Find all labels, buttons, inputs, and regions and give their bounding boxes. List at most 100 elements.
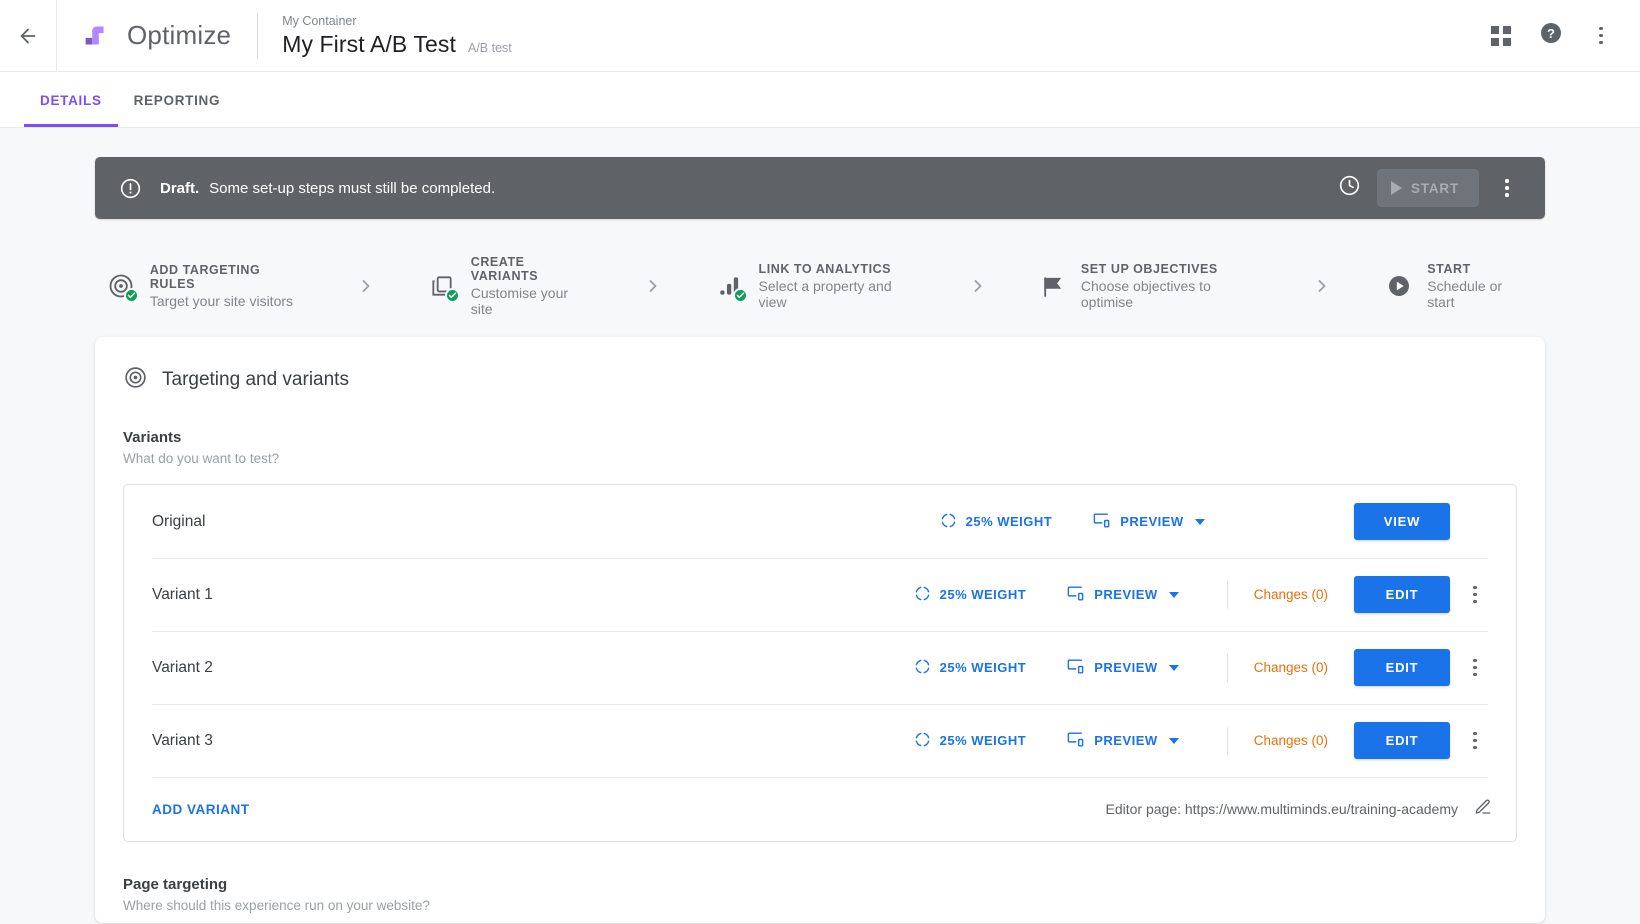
step-title: START xyxy=(1427,262,1529,276)
arrow-left-icon xyxy=(17,25,39,47)
chevron-right-icon xyxy=(968,276,988,296)
chevron-down-icon xyxy=(1195,519,1205,525)
clock-icon xyxy=(1338,174,1361,202)
chevron-down-icon xyxy=(1169,592,1179,598)
bar-chart-icon xyxy=(716,271,745,301)
variant-preview-button[interactable]: PREVIEW xyxy=(1066,730,1178,752)
variant-edit-button[interactable]: EDIT xyxy=(1354,722,1450,759)
page-body: Draft. Some set-up steps must still be c… xyxy=(0,128,1640,924)
draft-status-banner: Draft. Some set-up steps must still be c… xyxy=(95,157,1545,219)
optimize-logo-icon xyxy=(79,19,113,53)
step-title: CREATE VARIANTS xyxy=(471,255,591,283)
variant-changes-link[interactable]: Changes (0) xyxy=(1254,733,1328,748)
edit-editor-page-button[interactable] xyxy=(1474,798,1492,821)
variant-changes-link[interactable]: Changes (0) xyxy=(1254,587,1328,602)
variant-weight-label: 25% WEIGHT xyxy=(966,514,1053,529)
variant-name: Original xyxy=(152,513,205,531)
setup-stepper: ADD TARGETING RULES Target your site vis… xyxy=(95,241,1545,331)
step-set-up-objectives[interactable]: SET UP OBJECTIVES Choose objectives to o… xyxy=(1032,258,1266,314)
target-icon xyxy=(107,271,136,301)
step-link-to-analytics[interactable]: LINK TO ANALYTICS Select a property and … xyxy=(710,258,924,314)
page-targeting-section: Page targeting Where should this experie… xyxy=(123,876,1517,923)
step-complete-badge xyxy=(124,288,139,303)
kebab-menu-icon xyxy=(1505,179,1509,197)
start-button[interactable]: START xyxy=(1377,169,1479,207)
monitor-preview-icon xyxy=(1066,657,1085,679)
card-title: Targeting and variants xyxy=(162,369,349,391)
add-variant-button[interactable]: ADD VARIANT xyxy=(152,802,250,817)
apps-button[interactable] xyxy=(1478,13,1524,59)
variant-weight-button[interactable]: 25% WEIGHT xyxy=(940,512,1053,532)
tab-reporting[interactable]: REPORTING xyxy=(118,73,237,127)
pie-split-icon xyxy=(914,658,931,678)
apps-grid-icon xyxy=(1491,26,1511,46)
banner-more-button[interactable] xyxy=(1487,168,1527,208)
step-subtitle: Target your site visitors xyxy=(150,293,303,309)
row-more-button[interactable] xyxy=(1458,659,1492,677)
page-title: My First A/B Test xyxy=(282,31,456,58)
variant-view-button[interactable]: VIEW xyxy=(1354,503,1450,540)
variant-preview-label: PREVIEW xyxy=(1094,587,1157,602)
page-targeting-sublabel: Where should this experience run on your… xyxy=(123,898,1517,913)
pie-split-icon xyxy=(914,585,931,605)
divider xyxy=(1227,581,1228,609)
targeting-and-variants-card: Targeting and variants Variants What do … xyxy=(95,337,1545,923)
variant-weight-button[interactable]: 25% WEIGHT xyxy=(914,731,1027,751)
variant-weight-label: 25% WEIGHT xyxy=(940,733,1027,748)
table-row: Original 25% WEIGHT PREVIEW xyxy=(124,485,1516,558)
card-header: Targeting and variants xyxy=(123,365,1517,395)
help-circle-icon: ? xyxy=(1539,21,1563,50)
variant-weight-button[interactable]: 25% WEIGHT xyxy=(914,585,1027,605)
step-subtitle: Choose objectives to optimise xyxy=(1081,278,1260,310)
title-block: My Container My First A/B Test A/B test xyxy=(258,0,512,72)
monitor-preview-icon xyxy=(1066,584,1085,606)
chevron-down-icon xyxy=(1169,738,1179,744)
topbar-actions: ? xyxy=(1478,13,1640,59)
variant-preview-button[interactable]: PREVIEW xyxy=(1092,511,1204,533)
variant-name: Variant 2 xyxy=(152,659,213,677)
step-subtitle: Select a property and view xyxy=(759,278,918,310)
step-complete-badge xyxy=(445,288,460,303)
kebab-menu-icon xyxy=(1473,586,1477,604)
step-add-targeting-rules[interactable]: ADD TARGETING RULES Target your site vis… xyxy=(101,259,309,313)
variant-edit-button[interactable]: EDIT xyxy=(1354,649,1450,686)
row-more-button[interactable] xyxy=(1458,732,1492,750)
brand-area[interactable]: Optimize xyxy=(57,0,257,72)
help-button[interactable]: ? xyxy=(1528,13,1574,59)
svg-text:?: ? xyxy=(1547,26,1555,41)
variants-list: Original 25% WEIGHT PREVIEW xyxy=(123,484,1517,842)
play-triangle-icon xyxy=(1391,181,1402,195)
step-create-variants[interactable]: CREATE VARIANTS Customise your site xyxy=(422,251,597,321)
exclamation-circle-icon xyxy=(119,177,142,200)
step-start[interactable]: START Schedule or start xyxy=(1378,258,1535,314)
variant-preview-label: PREVIEW xyxy=(1094,733,1157,748)
variant-weight-button[interactable]: 25% WEIGHT xyxy=(914,658,1027,678)
variant-changes-link[interactable]: Changes (0) xyxy=(1254,660,1328,675)
tab-details[interactable]: DETAILS xyxy=(24,73,118,127)
monitor-preview-icon xyxy=(1092,511,1111,533)
variant-edit-button[interactable]: EDIT xyxy=(1354,576,1450,613)
table-row: Variant 3 25% WEIGHT PREVIEW xyxy=(124,704,1516,777)
variant-preview-button[interactable]: PREVIEW xyxy=(1066,657,1178,679)
topbar-more-button[interactable] xyxy=(1578,13,1624,59)
chevron-right-icon xyxy=(1312,276,1332,296)
pie-split-icon xyxy=(940,512,957,532)
variants-sublabel: What do you want to test? xyxy=(123,451,1517,466)
tab-details-label: DETAILS xyxy=(40,93,102,108)
flag-icon xyxy=(1038,271,1067,301)
row-more-button[interactable] xyxy=(1458,586,1492,604)
back-button[interactable] xyxy=(0,0,56,72)
variant-preview-button[interactable]: PREVIEW xyxy=(1066,584,1178,606)
table-row: Variant 1 25% WEIGHT PREVIEW xyxy=(124,558,1516,631)
kebab-menu-icon xyxy=(1599,27,1603,45)
schedule-button[interactable] xyxy=(1329,168,1369,208)
pie-split-icon xyxy=(914,731,931,751)
target-icon xyxy=(123,365,148,395)
variants-section-heading: Variants What do you want to test? xyxy=(123,429,1517,466)
variant-weight-label: 25% WEIGHT xyxy=(940,660,1027,675)
step-subtitle: Customise your site xyxy=(471,285,591,317)
editor-page-text: Editor page: https://www.multiminds.eu/t… xyxy=(1106,801,1459,817)
divider xyxy=(1227,654,1228,682)
variants-label: Variants xyxy=(123,429,1517,446)
variant-name: Variant 1 xyxy=(152,586,213,604)
